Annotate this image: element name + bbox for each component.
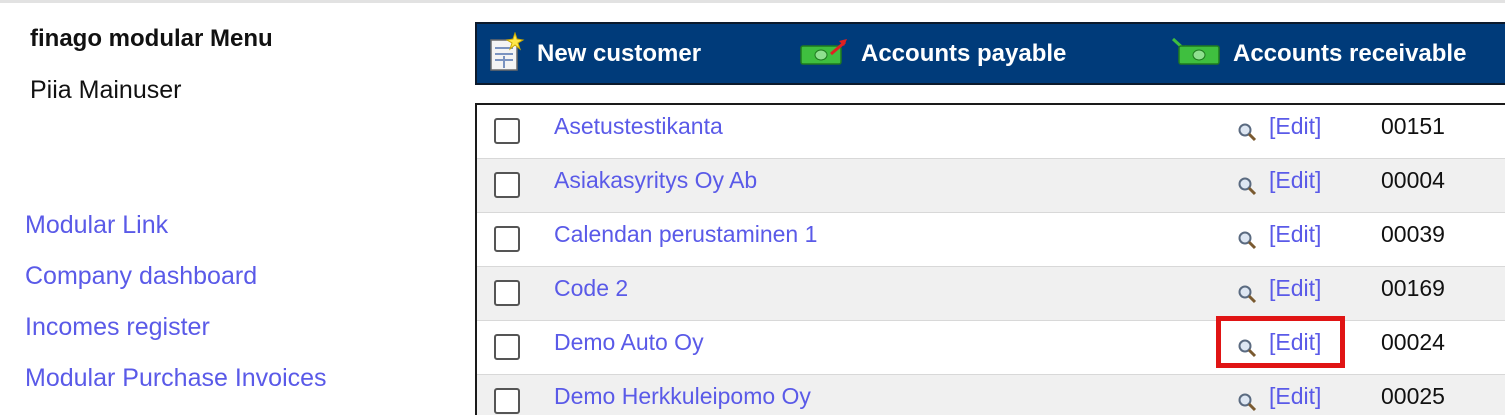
edit-link[interactable]: [Edit] (1269, 113, 1321, 140)
row-checkbox[interactable] (494, 334, 520, 360)
table-row: Code 2 [Edit] 00169 (477, 267, 1505, 321)
row-checkbox[interactable] (494, 172, 520, 198)
customer-code: 00024 (1381, 329, 1445, 355)
customer-name-link[interactable]: Asetustestikanta (554, 113, 723, 140)
magnifier-icon[interactable] (1237, 176, 1257, 196)
edit-link[interactable]: [Edit] (1269, 383, 1321, 410)
row-checkbox[interactable] (494, 388, 520, 414)
edit-link[interactable]: [Edit] (1269, 221, 1321, 248)
customer-name-link[interactable]: Calendan perustaminen 1 (554, 221, 817, 248)
customer-name-link[interactable]: Asiakasyritys Oy Ab (554, 167, 757, 194)
accounts-receivable-label: Accounts receivable (1233, 40, 1467, 67)
menu-link-purchase-invoices[interactable]: Modular Purchase Invoices (25, 361, 327, 412)
top-divider (0, 0, 1505, 3)
customer-name-link[interactable]: Demo Herkkuleipomo Oy (554, 383, 811, 410)
customer-code: 00151 (1381, 113, 1445, 139)
money-out-icon (799, 36, 849, 73)
magnifier-icon[interactable] (1237, 122, 1257, 142)
new-customer-button[interactable]: New customer (489, 24, 701, 84)
new-document-icon (489, 30, 525, 77)
row-checkbox[interactable] (494, 226, 520, 252)
money-in-icon (1171, 36, 1221, 73)
toolbar: New customer Accounts payable Accounts r… (475, 22, 1505, 85)
magnifier-icon[interactable] (1237, 338, 1257, 358)
table-row: Demo Herkkuleipomo Oy [Edit] 00025 (477, 375, 1505, 415)
customer-name-link[interactable]: Demo Auto Oy (554, 329, 704, 356)
customer-code: 00004 (1381, 167, 1445, 193)
magnifier-icon[interactable] (1237, 284, 1257, 304)
edit-link[interactable]: [Edit] (1269, 167, 1321, 194)
table-row: Demo Auto Oy [Edit] 00024 (477, 321, 1505, 375)
row-checkbox[interactable] (494, 118, 520, 144)
row-checkbox[interactable] (494, 280, 520, 306)
menu-title: finago modular Menu (30, 25, 273, 52)
menu-link-company-dashboard[interactable]: Company dashboard (25, 259, 327, 310)
table-row: Asetustestikanta [Edit] 00151 (477, 105, 1505, 159)
table-row: Calendan perustaminen 1 [Edit] 00039 (477, 213, 1505, 267)
accounts-payable-label: Accounts payable (861, 40, 1067, 67)
customer-table: Asetustestikanta [Edit] 00151 Asiakasyri… (475, 103, 1505, 415)
magnifier-icon[interactable] (1237, 230, 1257, 250)
customer-code: 00039 (1381, 221, 1445, 247)
menu-link-modular-link[interactable]: Modular Link (25, 208, 327, 259)
customer-name-link[interactable]: Code 2 (554, 275, 628, 302)
customer-code: 00169 (1381, 275, 1445, 301)
edit-link[interactable]: [Edit] (1269, 275, 1321, 302)
table-row: Asiakasyritys Oy Ab [Edit] 00004 (477, 159, 1505, 213)
side-menu: Modular Link Company dashboard Incomes r… (25, 208, 327, 412)
menu-link-incomes-register[interactable]: Incomes register (25, 310, 327, 361)
user-name: Piia Mainuser (30, 76, 182, 104)
customer-code: 00025 (1381, 383, 1445, 409)
magnifier-icon[interactable] (1237, 392, 1257, 412)
new-customer-label: New customer (537, 40, 702, 67)
accounts-payable-button[interactable]: Accounts payable (799, 24, 1066, 84)
accounts-receivable-button[interactable]: Accounts receivable (1171, 24, 1466, 84)
edit-link[interactable]: [Edit] (1269, 329, 1321, 356)
